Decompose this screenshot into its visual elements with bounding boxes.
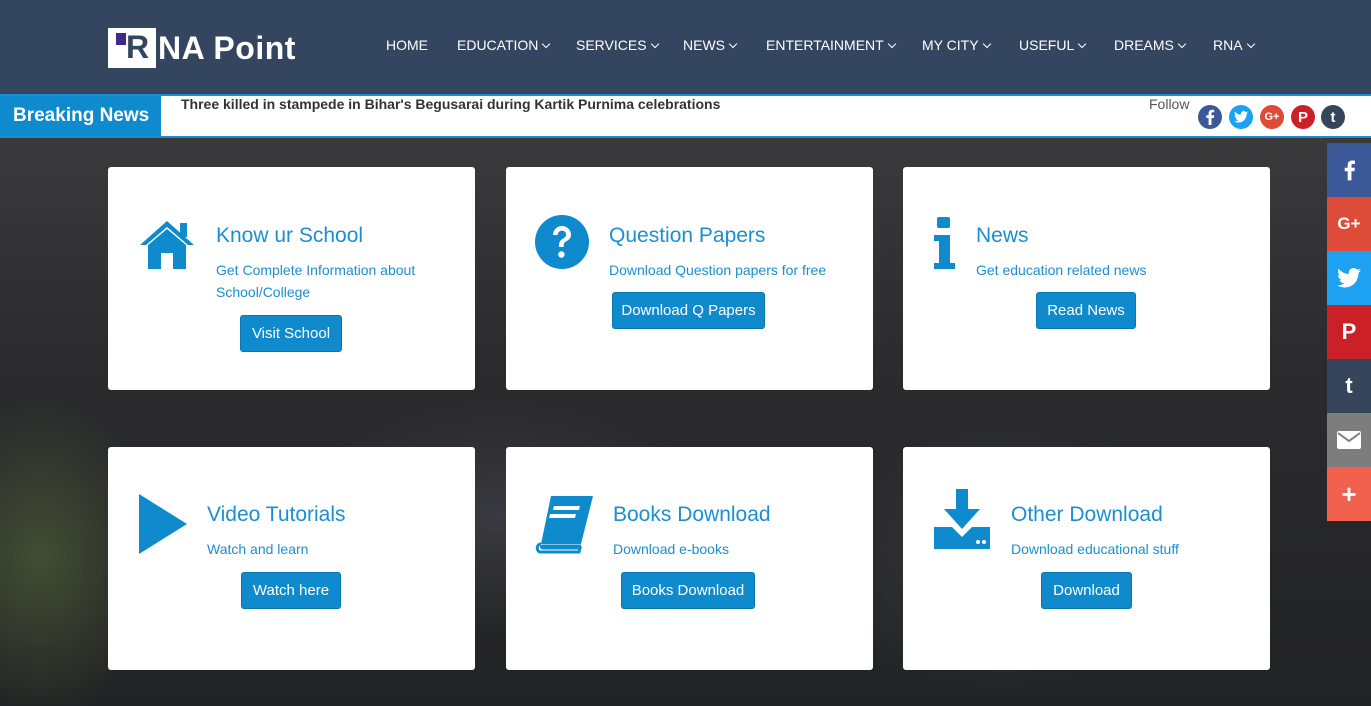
card-title: News bbox=[976, 224, 1029, 247]
chevron-down-icon bbox=[1246, 39, 1255, 49]
chevron-down-icon bbox=[887, 39, 896, 49]
nav-education[interactable]: EDUCATION bbox=[457, 37, 551, 57]
download-q-papers-button[interactable]: Download Q Papers bbox=[612, 292, 765, 329]
pinterest-icon[interactable]: P bbox=[1291, 105, 1315, 129]
visit-school-button[interactable]: Visit School bbox=[240, 315, 342, 352]
chevron-down-icon bbox=[1077, 39, 1087, 49]
card-description: Get education related news bbox=[976, 262, 1147, 278]
info-icon bbox=[931, 215, 957, 276]
facebook-icon[interactable] bbox=[1198, 105, 1222, 129]
nav-dreams[interactable]: DREAMS bbox=[1114, 37, 1187, 57]
card-news: News Get education related news Read New… bbox=[903, 167, 1270, 390]
breaking-news-headline[interactable]: Three killed in stampede in Bihar's Begu… bbox=[181, 96, 720, 136]
card-other-download: Other Download Download educational stuf… bbox=[903, 447, 1270, 670]
card-question-papers: Question Papers Download Question papers… bbox=[506, 167, 873, 390]
books-download-button[interactable]: Books Download bbox=[621, 572, 755, 609]
home-icon bbox=[138, 219, 196, 274]
card-title: Other Download bbox=[1011, 503, 1163, 526]
logo-mark: R bbox=[108, 28, 156, 68]
chevron-down-icon bbox=[650, 39, 659, 49]
chevron-down-icon bbox=[1177, 39, 1187, 49]
share-email-icon[interactable] bbox=[1327, 413, 1371, 467]
breaking-news-label: Breaking News bbox=[0, 96, 161, 136]
watch-here-button[interactable]: Watch here bbox=[241, 572, 341, 609]
card-title: Video Tutorials bbox=[207, 503, 346, 526]
card-books-download: Books Download Download e-books Books Do… bbox=[506, 447, 873, 670]
nav-useful[interactable]: USEFUL bbox=[1019, 37, 1087, 57]
nav-news[interactable]: NEWS bbox=[683, 37, 738, 57]
chevron-down-icon bbox=[982, 39, 991, 49]
play-icon bbox=[137, 494, 187, 559]
download-button[interactable]: Download bbox=[1041, 572, 1132, 609]
card-know-ur-school: Know ur School Get Complete Information … bbox=[108, 167, 475, 390]
share-more-icon[interactable]: + bbox=[1327, 467, 1371, 521]
share-facebook-icon[interactable] bbox=[1327, 143, 1371, 197]
nav-entertainment[interactable]: ENTERTAINMENT bbox=[766, 37, 896, 57]
chevron-down-icon bbox=[728, 39, 738, 49]
share-pinterest-icon[interactable]: P bbox=[1327, 305, 1371, 359]
card-title: Books Download bbox=[613, 503, 771, 526]
nav-rna[interactable]: RNA bbox=[1213, 37, 1255, 57]
follow-label: Follow bbox=[1149, 96, 1190, 112]
share-twitter-icon[interactable] bbox=[1327, 251, 1371, 305]
site-logo[interactable]: R NA Point bbox=[108, 28, 296, 68]
tumblr-icon[interactable]: t bbox=[1321, 105, 1345, 129]
nav-my-city[interactable]: MY CITY bbox=[922, 37, 991, 57]
question-icon bbox=[535, 215, 589, 274]
book-icon bbox=[535, 494, 595, 559]
chevron-down-icon bbox=[542, 39, 551, 49]
card-video-tutorials: Video Tutorials Watch and learn Watch he… bbox=[108, 447, 475, 670]
logo-text: NA Point bbox=[158, 29, 296, 66]
card-description: Download Question papers for free bbox=[609, 262, 827, 278]
breaking-news-bar: Breaking News Three killed in stampede i… bbox=[0, 94, 1371, 138]
share-tumblr-icon[interactable]: t bbox=[1327, 359, 1371, 413]
nav-home[interactable]: HOME bbox=[386, 37, 428, 57]
download-icon bbox=[932, 489, 992, 556]
nav-services[interactable]: SERVICES bbox=[576, 37, 659, 57]
card-description: Download educational stuff bbox=[1011, 541, 1179, 557]
card-description: Get Complete Information about School/Co… bbox=[216, 262, 416, 300]
top-navbar: R NA Point HOME EDUCATION SERVICES NEWS … bbox=[0, 0, 1371, 94]
read-news-button[interactable]: Read News bbox=[1036, 292, 1136, 329]
card-title: Question Papers bbox=[609, 224, 766, 247]
card-description: Watch and learn bbox=[207, 541, 309, 557]
google-plus-icon[interactable]: G+ bbox=[1260, 105, 1284, 129]
card-description: Download e-books bbox=[613, 541, 729, 557]
card-title: Know ur School bbox=[216, 224, 364, 247]
twitter-icon[interactable] bbox=[1229, 105, 1253, 129]
share-google-plus-icon[interactable]: G+ bbox=[1327, 197, 1371, 251]
